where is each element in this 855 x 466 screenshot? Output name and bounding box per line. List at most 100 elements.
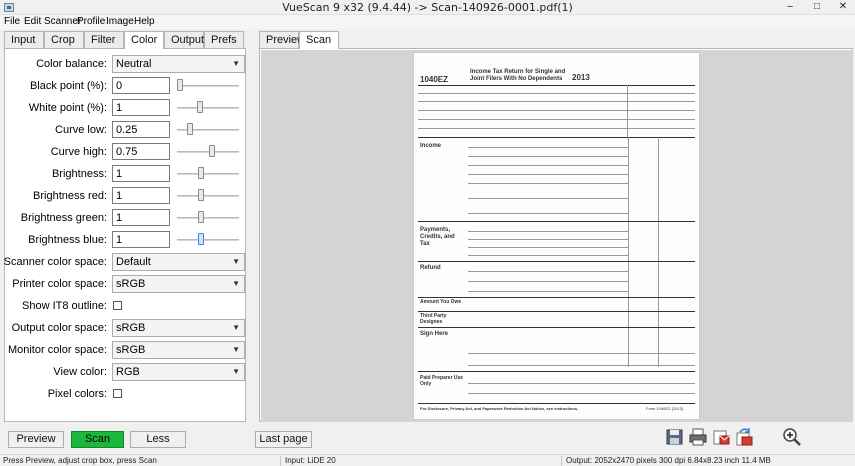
last-page-button[interactable]: Last page <box>255 431 312 448</box>
minimize-button[interactable]: – <box>777 0 803 14</box>
form-rule <box>468 183 628 184</box>
email-icon[interactable] <box>711 427 731 447</box>
brightness-red-slider[interactable] <box>175 189 241 203</box>
print-icon[interactable] <box>688 427 708 447</box>
form-rule <box>468 165 628 166</box>
form-rule <box>418 119 695 120</box>
tab-preview[interactable]: Preview <box>259 31 305 48</box>
section-paid-preparer: Paid Preparer Use Only <box>420 375 464 387</box>
menu-edit[interactable]: Edit <box>24 16 41 27</box>
printer-color-space-label: Printer color space: <box>12 278 107 290</box>
section-refund: Refund <box>420 265 441 271</box>
chevron-down-icon: ▼ <box>232 345 240 354</box>
view-color-label: View color: <box>53 366 107 378</box>
chevron-down-icon: ▼ <box>232 279 240 288</box>
scan-button[interactable]: Scan <box>71 431 124 448</box>
white-point-slider[interactable] <box>175 101 241 115</box>
form-rule <box>418 93 695 94</box>
form-rule <box>468 365 695 366</box>
brightness-green-input[interactable]: 1 <box>112 209 170 226</box>
black-point-slider[interactable] <box>175 79 241 93</box>
tab-output[interactable]: Output <box>164 31 204 48</box>
form-rule <box>468 291 628 292</box>
scan-background: 1040EZ Income Tax Return for Single and … <box>261 50 853 422</box>
title-bar: VueScan 9 x32 (9.4.44) -> Scan-140926-00… <box>0 0 855 15</box>
brightness-blue-label: Brightness blue: <box>28 234 107 246</box>
curve-high-label: Curve high: <box>50 146 107 158</box>
form-rule <box>468 353 695 354</box>
close-button[interactable]: ✕ <box>830 0 855 14</box>
section-amount-you-owe: Amount You Owe <box>420 299 462 305</box>
chevron-down-icon: ▼ <box>232 367 240 376</box>
brightness-red-input[interactable]: 1 <box>112 187 170 204</box>
brightness-input[interactable]: 1 <box>112 165 170 182</box>
tab-scan[interactable]: Scan <box>299 31 339 49</box>
output-color-space-label: Output color space: <box>11 322 107 334</box>
form-rule <box>468 271 628 272</box>
view-tabs: Preview Scan <box>259 31 359 49</box>
status-input: Input: LiDE 20 <box>285 456 336 465</box>
monitor-color-space-label: Monitor color space: <box>7 344 107 356</box>
form-rule <box>418 221 695 222</box>
brightness-slider[interactable] <box>175 167 241 181</box>
form-rule <box>468 255 628 256</box>
curve-high-slider[interactable] <box>175 145 241 159</box>
settings-tabs: Input Crop Filter Color Output Prefs <box>4 31 246 49</box>
curve-low-slider[interactable] <box>175 123 241 137</box>
menu-help[interactable]: Help <box>134 16 155 27</box>
scan-view: 1040EZ Income Tax Return for Single and … <box>259 48 853 422</box>
section-third-party-designee: Third Party Designee <box>420 313 447 325</box>
curve-high-input[interactable]: 0.75 <box>112 143 170 160</box>
form-rule <box>418 371 695 372</box>
menu-image[interactable]: Image <box>106 16 134 27</box>
scanned-page: 1040EZ Income Tax Return for Single and … <box>413 52 700 420</box>
preview-button[interactable]: Preview <box>8 431 64 448</box>
menu-file[interactable]: File <box>4 16 20 27</box>
color-settings-panel: Color balance: Neutral ▼ Black point (%):… <box>4 48 246 422</box>
black-point-input[interactable]: 0 <box>112 77 170 94</box>
section-payments: Payments, Credits, and Tax <box>420 227 455 247</box>
color-balance-select[interactable]: Neutral ▼ <box>112 55 245 73</box>
header-rule <box>418 85 695 86</box>
form-title-line1: Income Tax Return for Single and <box>470 69 566 75</box>
form-rule <box>418 137 695 138</box>
form-title-line2: Joint Filers With No Dependents <box>470 76 563 82</box>
brightness-blue-input[interactable]: 1 <box>112 231 170 248</box>
pixel-colors-checkbox[interactable] <box>113 389 122 398</box>
output-color-space-select[interactable]: sRGB ▼ <box>112 319 245 337</box>
show-it8-outline-checkbox[interactable] <box>113 301 122 310</box>
color-balance-label: Color balance: <box>36 58 107 70</box>
brightness-blue-slider[interactable] <box>175 233 241 247</box>
white-point-label: White point (%): <box>28 102 107 114</box>
printer-color-space-select[interactable]: sRGB ▼ <box>112 275 245 293</box>
tab-prefs[interactable]: Prefs <box>204 31 244 48</box>
form-rule <box>468 281 628 282</box>
menu-profile[interactable]: Profile <box>77 16 105 27</box>
menu-scanner[interactable]: Scanner <box>44 16 81 27</box>
rotate-icon[interactable] <box>734 427 754 447</box>
scanner-color-space-select[interactable]: Default ▼ <box>112 253 245 271</box>
chevron-down-icon: ▼ <box>232 323 240 332</box>
brightness-red-label: Brightness red: <box>33 190 107 202</box>
tab-color[interactable]: Color <box>124 31 164 49</box>
chevron-down-icon: ▼ <box>232 59 240 68</box>
curve-low-input[interactable]: 0.25 <box>112 121 170 138</box>
form-rule <box>658 137 659 367</box>
brightness-green-slider[interactable] <box>175 211 241 225</box>
form-footer-right: Form 1040EZ (2013) <box>646 406 684 411</box>
monitor-color-space-select[interactable]: sRGB ▼ <box>112 341 245 359</box>
form-rule <box>628 137 629 367</box>
save-icon[interactable] <box>665 427 685 447</box>
less-button[interactable]: Less <box>130 431 186 448</box>
tab-filter[interactable]: Filter <box>84 31 124 48</box>
maximize-button[interactable]: □ <box>804 0 830 14</box>
form-rule <box>468 231 628 232</box>
form-rule <box>418 311 695 312</box>
zoom-in-icon[interactable] <box>782 427 802 447</box>
form-footer-left: For Disclosure, Privacy Act, and Paperwo… <box>420 406 579 411</box>
view-color-select[interactable]: RGB ▼ <box>112 363 245 381</box>
white-point-input[interactable]: 1 <box>112 99 170 116</box>
status-message: Press Preview, adjust crop box, press Sc… <box>3 456 157 465</box>
tab-crop[interactable]: Crop <box>44 31 84 48</box>
tab-input[interactable]: Input <box>4 31 44 48</box>
